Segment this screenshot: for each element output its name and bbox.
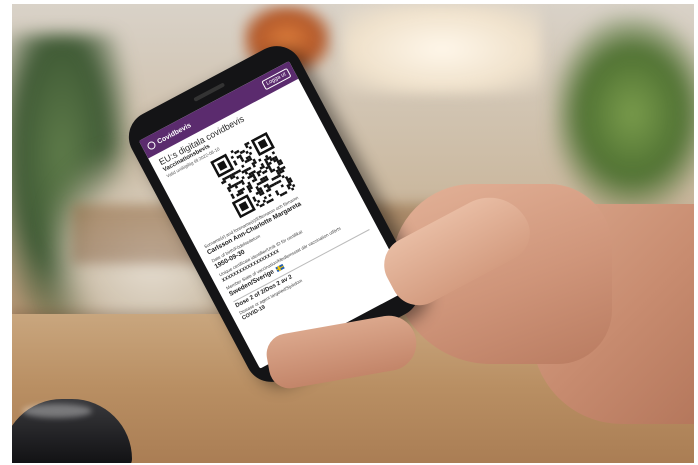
- qr-module: [271, 151, 276, 155]
- qr-module: [256, 199, 261, 204]
- qr-module: [255, 203, 260, 207]
- qr-module: [290, 187, 295, 191]
- qr-module: [281, 174, 285, 179]
- qr-module: [258, 158, 262, 162]
- photo-scene: Covidbevis Logga ut EU:s digitala covidb…: [0, 0, 698, 465]
- qr-module: [230, 155, 235, 160]
- qr-module: [245, 150, 249, 155]
- qr-module: [280, 184, 284, 188]
- qr-module: [248, 146, 253, 150]
- qr-module: [241, 175, 245, 180]
- qr-module: [235, 176, 240, 180]
- qr-module: [248, 151, 253, 156]
- qr-module: [241, 164, 245, 168]
- background-window-light: [342, 4, 542, 94]
- qr-module: [263, 196, 268, 200]
- qr-module: [262, 199, 267, 203]
- qr-module: [230, 149, 234, 154]
- background-plant-right: [552, 14, 694, 214]
- photograph: Covidbevis Logga ut EU:s digitala covidb…: [12, 4, 694, 463]
- covidbevis-logo-icon: [146, 140, 157, 151]
- qr-module: [268, 193, 272, 198]
- computer-mouse-highlight: [22, 404, 92, 418]
- qr-module: [291, 183, 296, 188]
